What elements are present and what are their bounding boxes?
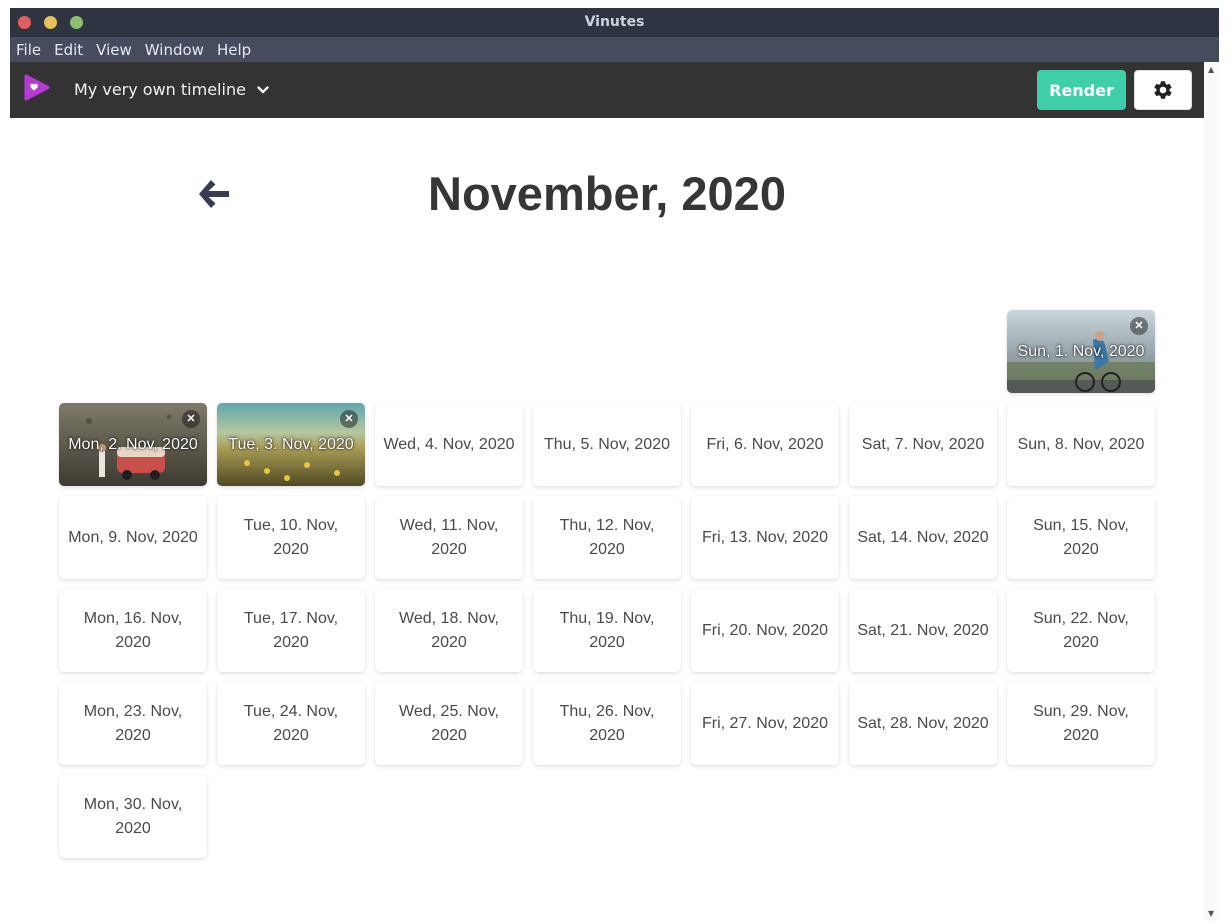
calendar-day[interactable]: ✕ Tue, 3. Nov, 2020 (217, 403, 365, 486)
calendar-day[interactable]: ✕ Mon, 2. Nov, 2020 (59, 403, 207, 486)
calendar-day-label: Mon, 9. Nov, 2020 (68, 528, 198, 546)
calendar-day[interactable]: Mon, 23. Nov, 2020 (59, 682, 207, 765)
calendar-day-label: Mon, 30. Nov, 2020 (83, 795, 183, 837)
calendar-day[interactable]: Thu, 26. Nov, 2020 (533, 682, 681, 765)
calendar-day[interactable]: ✕ Sun, 1. Nov, 2020 (1007, 310, 1155, 393)
calendar-day-label: Tue, 10. Nov, 2020 (243, 516, 339, 558)
calendar-day-label: Fri, 6. Nov, 2020 (706, 435, 824, 453)
calendar-day-label: Sun, 22. Nov, 2020 (1033, 609, 1129, 651)
calendar-day-label: Mon, 2. Nov, 2020 (68, 435, 198, 453)
timeline-name: My very own timeline (74, 80, 246, 99)
calendar-day-label: Wed, 18. Nov, 2020 (399, 609, 499, 651)
calendar-day[interactable]: Thu, 12. Nov, 2020 (533, 496, 681, 579)
menu-bar: File Edit View Window Help (10, 37, 1219, 62)
calendar-day-label: Wed, 25. Nov, 2020 (399, 702, 499, 744)
calendar-day[interactable]: Tue, 17. Nov, 2020 (217, 589, 365, 672)
calendar-day-label: Sat, 7. Nov, 2020 (861, 435, 985, 453)
calendar-day-label: Sun, 15. Nov, 2020 (1033, 516, 1129, 558)
calendar-day-label: Sat, 14. Nov, 2020 (857, 528, 989, 546)
calendar-day-label: Tue, 24. Nov, 2020 (243, 702, 339, 744)
remove-clip-icon[interactable]: ✕ (340, 410, 358, 428)
calendar-day-label: Fri, 20. Nov, 2020 (702, 621, 828, 639)
calendar-day[interactable]: Fri, 27. Nov, 2020 (691, 682, 839, 765)
chevron-down-icon (257, 86, 269, 94)
calendar-day-label: Wed, 11. Nov, 2020 (399, 516, 499, 558)
settings-button[interactable] (1134, 70, 1192, 110)
gear-icon (1154, 81, 1172, 99)
calendar-day[interactable]: Wed, 18. Nov, 2020 (375, 589, 523, 672)
calendar-day-label: Mon, 16. Nov, 2020 (83, 609, 183, 651)
menu-window[interactable]: Window (145, 41, 204, 59)
calendar-day[interactable]: Sun, 29. Nov, 2020 (1007, 682, 1155, 765)
menu-edit[interactable]: Edit (54, 41, 83, 59)
timeline-selector[interactable]: My very own timeline (74, 62, 270, 118)
vertical-scrollbar[interactable]: ▲ ▼ (1204, 62, 1219, 921)
calendar-day[interactable]: Sat, 7. Nov, 2020 (849, 403, 997, 486)
calendar-day[interactable]: Tue, 10. Nov, 2020 (217, 496, 365, 579)
title-bar: Vinutes (10, 8, 1219, 37)
remove-clip-icon[interactable]: ✕ (1130, 317, 1148, 335)
calendar-day[interactable]: Fri, 20. Nov, 2020 (691, 589, 839, 672)
remove-clip-icon[interactable]: ✕ (182, 410, 200, 428)
month-title: November, 2020 (428, 167, 786, 220)
app-toolbar: My very own timeline Render (10, 62, 1204, 118)
calendar-day[interactable]: Thu, 5. Nov, 2020 (533, 403, 681, 486)
scroll-up-icon[interactable]: ▲ (1208, 65, 1214, 74)
calendar-day[interactable]: Tue, 24. Nov, 2020 (217, 682, 365, 765)
calendar-day-label: Thu, 12. Nov, 2020 (559, 516, 655, 558)
calendar-day[interactable]: Sun, 15. Nov, 2020 (1007, 496, 1155, 579)
calendar-day-label: Tue, 3. Nov, 2020 (228, 435, 354, 453)
calendar-day[interactable]: Mon, 9. Nov, 2020 (59, 496, 207, 579)
calendar-day[interactable]: Wed, 4. Nov, 2020 (375, 403, 523, 486)
calendar-day[interactable]: Wed, 25. Nov, 2020 (375, 682, 523, 765)
calendar-day-label: Sun, 29. Nov, 2020 (1033, 702, 1129, 744)
menu-help[interactable]: Help (217, 41, 251, 59)
scroll-down-icon[interactable]: ▼ (1208, 909, 1214, 918)
calendar-day-label: Mon, 23. Nov, 2020 (83, 702, 183, 744)
calendar-day-label: Fri, 27. Nov, 2020 (702, 714, 828, 732)
calendar-day-label: Sun, 8. Nov, 2020 (1017, 435, 1145, 453)
calendar-day[interactable]: Sat, 14. Nov, 2020 (849, 496, 997, 579)
calendar-day[interactable]: Thu, 19. Nov, 2020 (533, 589, 681, 672)
calendar-day[interactable]: Sat, 28. Nov, 2020 (849, 682, 997, 765)
calendar-day-label: Thu, 26. Nov, 2020 (559, 702, 655, 744)
calendar-day-label: Sat, 28. Nov, 2020 (857, 714, 989, 732)
calendar-day-label: Fri, 13. Nov, 2020 (702, 528, 828, 546)
menu-file[interactable]: File (16, 41, 41, 59)
calendar-day-label: Wed, 4. Nov, 2020 (383, 435, 515, 453)
calendar-day[interactable]: Fri, 6. Nov, 2020 (691, 403, 839, 486)
calendar-day-label: Thu, 5. Nov, 2020 (544, 435, 670, 453)
calendar-day-label: Thu, 19. Nov, 2020 (559, 609, 655, 651)
calendar-day[interactable]: Sun, 22. Nov, 2020 (1007, 589, 1155, 672)
app-logo-icon (24, 74, 50, 101)
calendar-day[interactable]: Mon, 16. Nov, 2020 (59, 589, 207, 672)
app-window: Vinutes File Edit View Window Help My ve… (10, 8, 1219, 921)
calendar-day[interactable]: Sun, 8. Nov, 2020 (1007, 403, 1155, 486)
calendar-day-label: Sat, 21. Nov, 2020 (857, 621, 989, 639)
menu-view[interactable]: View (96, 41, 132, 59)
calendar-day[interactable]: Mon, 30. Nov, 2020 (59, 775, 207, 858)
calendar-day[interactable]: Fri, 13. Nov, 2020 (691, 496, 839, 579)
calendar-day[interactable]: Wed, 11. Nov, 2020 (375, 496, 523, 579)
render-button[interactable]: Render (1037, 70, 1126, 110)
calendar-day-label: Sun, 1. Nov, 2020 (1017, 342, 1145, 360)
window-title: Vinutes (584, 14, 645, 30)
calendar-day-label: Tue, 17. Nov, 2020 (243, 609, 339, 651)
calendar-day[interactable]: Sat, 21. Nov, 2020 (849, 589, 997, 672)
